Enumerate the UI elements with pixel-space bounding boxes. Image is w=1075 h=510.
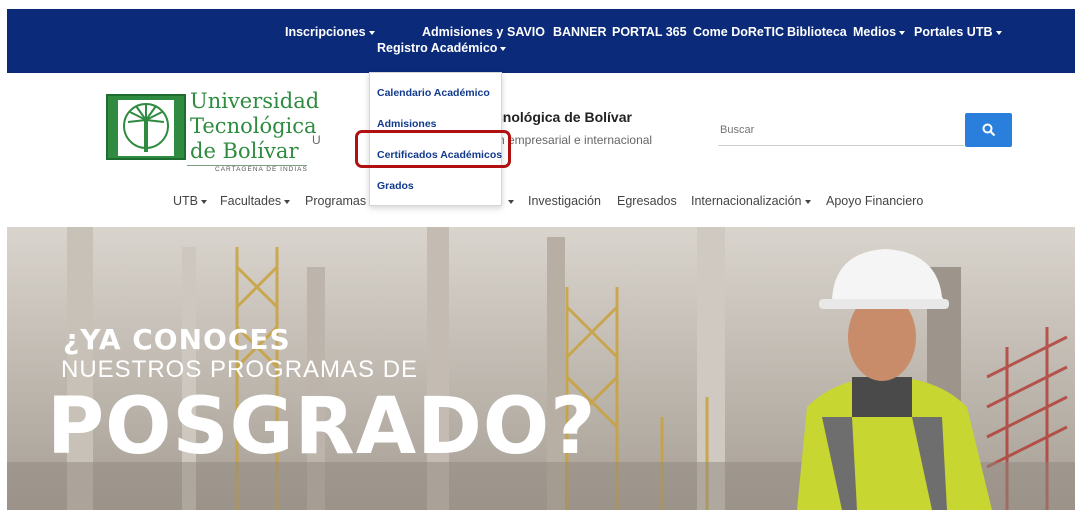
nav-banner[interactable]: BANNER: [553, 25, 606, 39]
site-title: cnológica de Bolívar: [495, 109, 632, 125]
secnav-utb[interactable]: UTB: [173, 194, 207, 208]
logo-line-2: Tecnológica: [190, 114, 317, 138]
logo-line-1: Universidad: [190, 89, 320, 113]
search-button[interactable]: [965, 113, 1012, 147]
dropdown-item-calendario[interactable]: Calendario Académico: [377, 87, 490, 99]
hero-banner[interactable]: ¿YA CONOCES NUESTROS PROGRAMAS DE POSGRA…: [7, 227, 1075, 510]
chevron-down-icon: [500, 46, 507, 51]
search-icon: [982, 123, 995, 137]
secnav-apoyo-financiero[interactable]: Apoyo Financiero: [826, 194, 923, 208]
secnav-hidden-caret[interactable]: [505, 194, 514, 208]
chevron-down-icon: [804, 199, 811, 204]
palm-tree-icon: [123, 103, 169, 152]
dropdown-item-admisiones[interactable]: Admisiones: [377, 118, 437, 130]
secnav-investigacion[interactable]: Investigación: [528, 194, 601, 208]
chevron-down-icon: [201, 199, 207, 204]
hero-headline-3: POSGRADO?: [47, 382, 597, 472]
chevron-down-icon: [995, 30, 1002, 35]
logo-line-3: de Bolívar: [190, 139, 299, 163]
nav-portales-utb[interactable]: Portales UTB: [914, 25, 1002, 39]
dropdown-item-grados[interactable]: Grados: [377, 180, 414, 192]
nav-registro-academico[interactable]: Registro Académico: [377, 41, 507, 55]
hero-headline-2: NUESTROS PROGRAMAS DE: [61, 356, 419, 383]
nav-inscripciones[interactable]: Inscripciones: [285, 25, 375, 39]
nav-portal-365[interactable]: PORTAL 365: [612, 25, 687, 39]
nav-admisiones-line1[interactable]: Admisiones y: [422, 25, 503, 39]
nav-savio[interactable]: SAVIO: [507, 25, 545, 39]
nav-medios[interactable]: Medios: [853, 25, 906, 39]
chevron-down-icon: [899, 30, 906, 35]
chevron-down-icon: [508, 199, 514, 204]
secnav-programas[interactable]: Programas: [305, 194, 366, 208]
top-nav-bar: Inscripciones Admisiones y Registro Acad…: [7, 9, 1075, 73]
highlight-box: [355, 130, 511, 168]
nav-come-doretic[interactable]: Come DoReTIC: [693, 25, 784, 39]
secnav-egresados[interactable]: Egresados: [617, 194, 677, 208]
site-subtitle-left-fragment: U: [312, 133, 321, 147]
secnav-facultades[interactable]: Facultades: [220, 194, 291, 208]
hero-headline-1: ¿YA CONOCES: [63, 323, 291, 356]
secnav-internacionalizacion[interactable]: Internacionalización: [691, 194, 811, 208]
chevron-down-icon: [284, 199, 291, 204]
site-subtitle: n empresarial e internacional: [498, 133, 653, 147]
utb-logo-emblem[interactable]: [106, 94, 186, 160]
search-input[interactable]: [718, 114, 964, 146]
chevron-down-icon: [368, 30, 375, 35]
logo-tagline: CARTAGENA DE INDIAS: [215, 166, 308, 173]
nav-biblioteca[interactable]: Biblioteca: [787, 25, 847, 39]
